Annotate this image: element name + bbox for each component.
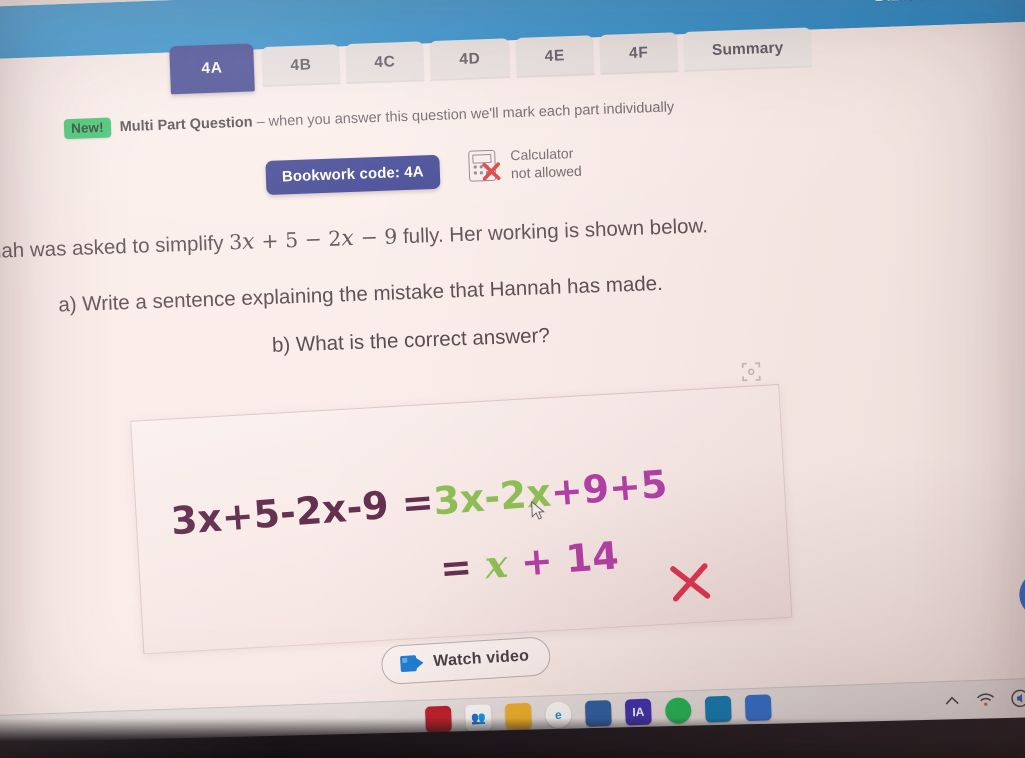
system-tray (944, 689, 1025, 710)
tab-4b[interactable]: 4B (261, 44, 341, 88)
tab-4f[interactable]: 4F (599, 32, 679, 75)
cross-mark-incorrect-icon (670, 563, 711, 602)
tab-4e[interactable]: 4E (515, 35, 595, 78)
multi-part-desc: – when you answer this question we'll ma… (252, 99, 675, 131)
multi-part-text: Multi Part Question – when you answer th… (119, 99, 674, 135)
xp-counter: 14297 XP (874, 0, 940, 5)
question-statement: Hannah was asked to simplify 3x + 5 − 2x… (0, 206, 912, 265)
chevron-up-icon[interactable] (944, 695, 960, 708)
question-part-b: b) What is the correct answer? (271, 323, 551, 357)
working-line1-dark: 3x+5-2x-9 = (169, 479, 436, 544)
tab-4d[interactable]: 4D (429, 38, 511, 82)
calculator-line2: not allowed (510, 163, 583, 182)
tab-4a[interactable]: 4A (169, 43, 255, 95)
watch-video-label: Watch video (432, 647, 530, 671)
focus-target-icon (741, 362, 761, 382)
bookwork-code-badge: Bookwork code: 4A (265, 154, 441, 196)
math-end: − 9 (353, 224, 398, 250)
question-pre: Hannah was asked to simplify (0, 231, 224, 265)
video-camera-icon (399, 655, 425, 673)
working-line2-dark: = (438, 544, 474, 591)
math-mid: + 5 − 2 (254, 226, 342, 254)
watch-video-button[interactable]: Watch video (380, 636, 552, 686)
calculator-text: Calculator not allowed (510, 144, 582, 183)
math-var-x1: x (241, 229, 256, 255)
user-name: Jacobs Arguello S (946, 0, 1025, 3)
photo-scene: 14297 XP Jacobs Arguello S 4A 4B 4C 4D 4… (0, 0, 1025, 758)
tab-summary[interactable]: Summary (683, 27, 813, 72)
working-line2-magenta: + 14 (519, 533, 621, 585)
working-line2-green: x (483, 540, 510, 588)
math-coeff-3: 3 (228, 229, 243, 255)
multi-part-title: Multi Part Question (119, 114, 253, 136)
math-var-x2: x (340, 225, 355, 252)
calculator-not-allowed-icon (467, 148, 502, 183)
new-badge: New! (63, 117, 112, 140)
volume-icon[interactable] (1011, 689, 1025, 708)
edge-cut-off-circle (1018, 570, 1025, 619)
network-icon[interactable] (976, 691, 996, 708)
monitor-screen: 14297 XP Jacobs Arguello S 4A 4B 4C 4D 4… (0, 0, 1025, 758)
question-post: fully. Her working is shown below. (396, 214, 709, 249)
working-card: 3x+5-2x-9 =3x-2x+9+5 = x + 14 (130, 384, 793, 655)
red-x-icon (482, 162, 501, 182)
mouse-cursor (531, 500, 545, 520)
working-line1-magenta: +9+5 (549, 461, 669, 515)
question-part-a: a) Write a sentence explaining the mista… (57, 271, 664, 317)
working-line-2: = x + 14 (438, 520, 780, 591)
calculator-notice: Calculator not allowed (467, 144, 582, 185)
bookwork-row: Bookwork code: 4A Calculator not allowed (265, 138, 786, 205)
desk-foreground (0, 718, 1025, 758)
tab-4c[interactable]: 4C (345, 41, 425, 85)
